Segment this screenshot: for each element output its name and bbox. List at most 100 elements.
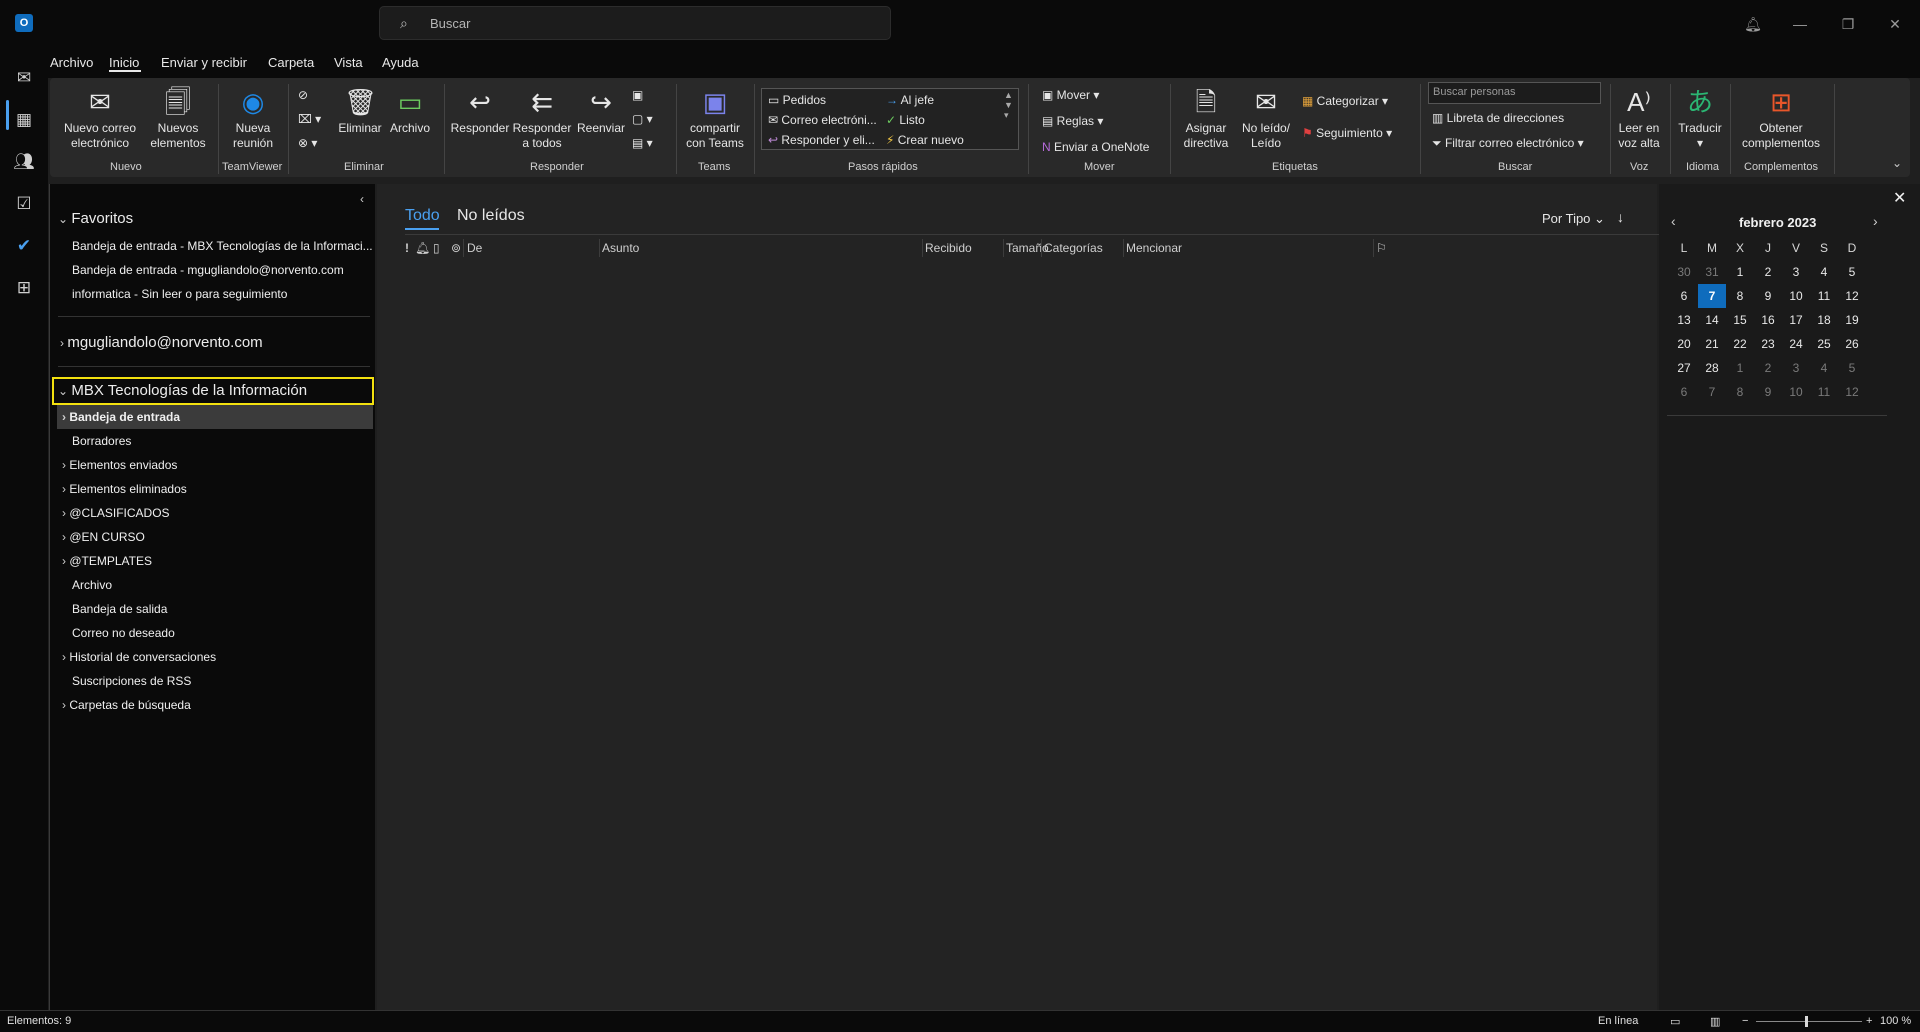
- quick-steps-scroll-icon[interactable]: ▲ ▼ ▾: [1004, 90, 1013, 121]
- more-respond-icon[interactable]: ▤ ▾: [632, 136, 653, 150]
- calendar-day[interactable]: 1: [1726, 356, 1754, 380]
- calendar-day[interactable]: 4: [1810, 260, 1838, 284]
- account-header-2[interactable]: ⌄ MBX Tecnologías de la Información: [52, 377, 374, 405]
- calendar-day[interactable]: 18: [1810, 308, 1838, 332]
- zoom-level[interactable]: 100 %: [1880, 1015, 1911, 1027]
- calendar-day[interactable]: 21: [1698, 332, 1726, 356]
- ribbon-collapse-icon[interactable]: ⌄: [1892, 156, 1902, 170]
- folder-item[interactable]: › Carpetas de búsqueda: [62, 698, 191, 712]
- calendar-day[interactable]: 2: [1754, 260, 1782, 284]
- move-button[interactable]: ▣ Mover ▾: [1042, 88, 1099, 102]
- filter-tab-unread[interactable]: No leídos: [457, 207, 525, 225]
- folder-item[interactable]: › Elementos eliminados: [62, 482, 187, 496]
- reminder-icon[interactable]: 🔔︎: [415, 241, 430, 255]
- todo-icon[interactable]: ✔: [12, 234, 36, 258]
- folder-item[interactable]: Bandeja de salida: [72, 602, 167, 616]
- calendar-day[interactable]: 3: [1782, 260, 1810, 284]
- calendar-day[interactable]: 12: [1838, 380, 1866, 404]
- quick-step-crear[interactable]: ⚡ Crear nuevo: [886, 133, 964, 147]
- calendar-day[interactable]: 19: [1838, 308, 1866, 332]
- folder-item[interactable]: › Elementos enviados: [62, 458, 177, 472]
- calendar-day[interactable]: 25: [1810, 332, 1838, 356]
- calendar-day[interactable]: 27: [1670, 356, 1698, 380]
- favorite-item[interactable]: Bandeja de entrada - mgugliandolo@norven…: [72, 263, 344, 277]
- people-icon[interactable]: 👥︎: [12, 150, 36, 174]
- attachment-icon[interactable]: ⊚: [451, 241, 461, 255]
- calendar-day[interactable]: 12: [1838, 284, 1866, 308]
- im-reply-icon[interactable]: ▢ ▾: [632, 112, 653, 126]
- column-mention[interactable]: Mencionar: [1126, 241, 1182, 255]
- column-size[interactable]: Tamaño: [1006, 241, 1049, 255]
- close-button[interactable]: ✕: [1883, 12, 1907, 36]
- tasks-icon[interactable]: ☑: [12, 192, 36, 216]
- folder-item[interactable]: › @EN CURSO: [62, 530, 145, 544]
- account-header-1[interactable]: › mgugliandolo@norvento.com: [60, 334, 263, 351]
- translate-button[interactable]: あ Traducir ▾: [1674, 86, 1726, 151]
- calendar-day[interactable]: 16: [1754, 308, 1782, 332]
- calendar-day[interactable]: 23: [1754, 332, 1782, 356]
- calendar-day[interactable]: 22: [1726, 332, 1754, 356]
- calendar-day[interactable]: 31: [1698, 260, 1726, 284]
- favorite-item[interactable]: Bandeja de entrada - MBX Tecnologías de …: [72, 239, 373, 253]
- reading-view-icon[interactable]: ▥: [1710, 1015, 1720, 1028]
- folder-item[interactable]: › Bandeja de entrada: [62, 410, 180, 424]
- folder-item[interactable]: Archivo: [72, 578, 112, 592]
- categorize-button[interactable]: ▦ Categorizar ▾: [1302, 94, 1388, 108]
- search-input[interactable]: ⌕ Buscar: [379, 6, 891, 40]
- calendar-day[interactable]: 28: [1698, 356, 1726, 380]
- folder-item[interactable]: › Historial de conversaciones: [62, 650, 216, 664]
- zoom-in-icon[interactable]: +: [1866, 1015, 1872, 1027]
- new-email-button[interactable]: ✉ Nuevo correo electrónico: [60, 86, 140, 151]
- get-addins-button[interactable]: ⊞ Obtener complementos: [1736, 86, 1826, 151]
- tab-archivo[interactable]: Archivo: [50, 55, 93, 70]
- calendar-day[interactable]: 15: [1726, 308, 1754, 332]
- reply-all-button[interactable]: ⇇ Responder a todos: [512, 86, 572, 151]
- column-categories[interactable]: Categorías: [1044, 241, 1103, 255]
- column-received[interactable]: Recibido: [925, 241, 972, 255]
- share-teams-button[interactable]: ▣ compartir con Teams: [682, 86, 748, 151]
- ignore-icon[interactable]: ⊘: [298, 88, 308, 102]
- tab-carpeta[interactable]: Carpeta: [268, 55, 314, 70]
- junk-icon[interactable]: ⊗ ▾: [298, 136, 317, 150]
- calendar-day[interactable]: 9: [1754, 284, 1782, 308]
- column-subject[interactable]: Asunto: [602, 241, 639, 255]
- collapse-pane-icon[interactable]: ‹: [360, 192, 364, 206]
- calendar-day[interactable]: 9: [1754, 380, 1782, 404]
- calendar-day[interactable]: 11: [1810, 380, 1838, 404]
- favorite-item[interactable]: informatica - Sin leer o para seguimient…: [72, 287, 287, 301]
- delete-button[interactable]: 🗑︎ Eliminar: [336, 86, 384, 136]
- calendar-day[interactable]: 2: [1754, 356, 1782, 380]
- calendar-day[interactable]: 7: [1698, 284, 1726, 308]
- calendar-day[interactable]: 8: [1726, 284, 1754, 308]
- minimize-button[interactable]: —: [1788, 12, 1812, 36]
- icon-column-icon[interactable]: ▯: [433, 241, 440, 255]
- address-book-button[interactable]: ▥ Libreta de direcciones: [1432, 111, 1564, 125]
- quick-step-pedidos[interactable]: ▭ Pedidos: [768, 93, 826, 107]
- tab-vista[interactable]: Vista: [334, 55, 363, 70]
- filter-tab-all[interactable]: Todo: [405, 207, 440, 225]
- calendar-icon[interactable]: ▦: [12, 108, 36, 132]
- calendar-day[interactable]: 5: [1838, 260, 1866, 284]
- forward-button[interactable]: ↪ Reenviar: [574, 86, 628, 136]
- calendar-day[interactable]: 6: [1670, 380, 1698, 404]
- rules-button[interactable]: ▤ Reglas ▾: [1042, 114, 1103, 128]
- archive-button[interactable]: ▭ Archivo: [386, 86, 434, 136]
- new-items-button[interactable]: 🗐︎ Nuevos elementos: [148, 86, 208, 151]
- calendar-day[interactable]: 8: [1726, 380, 1754, 404]
- mail-icon[interactable]: ✉: [12, 66, 36, 90]
- quick-step-jefe[interactable]: → Al jefe: [886, 93, 934, 107]
- normal-view-icon[interactable]: ▭: [1670, 1015, 1680, 1028]
- zoom-slider[interactable]: [1756, 1021, 1862, 1022]
- new-meeting-button[interactable]: ◉ Nueva reunión: [224, 86, 282, 151]
- folder-item[interactable]: Suscripciones de RSS: [72, 674, 191, 688]
- reply-button[interactable]: ↩ Responder: [450, 86, 510, 136]
- read-aloud-button[interactable]: A⁾ Leer en voz alta: [1614, 86, 1664, 151]
- close-todo-bar-icon[interactable]: ✕: [1893, 188, 1906, 208]
- column-importance[interactable]: !: [405, 241, 409, 255]
- column-from[interactable]: De: [467, 241, 482, 255]
- folder-item[interactable]: › @CLASIFICADOS: [62, 506, 170, 520]
- follow-up-button[interactable]: ⚑ Seguimiento ▾: [1302, 126, 1392, 140]
- calendar-day[interactable]: 17: [1782, 308, 1810, 332]
- tab-ayuda[interactable]: Ayuda: [382, 55, 419, 70]
- onenote-button[interactable]: N Enviar a OneNote: [1042, 140, 1149, 154]
